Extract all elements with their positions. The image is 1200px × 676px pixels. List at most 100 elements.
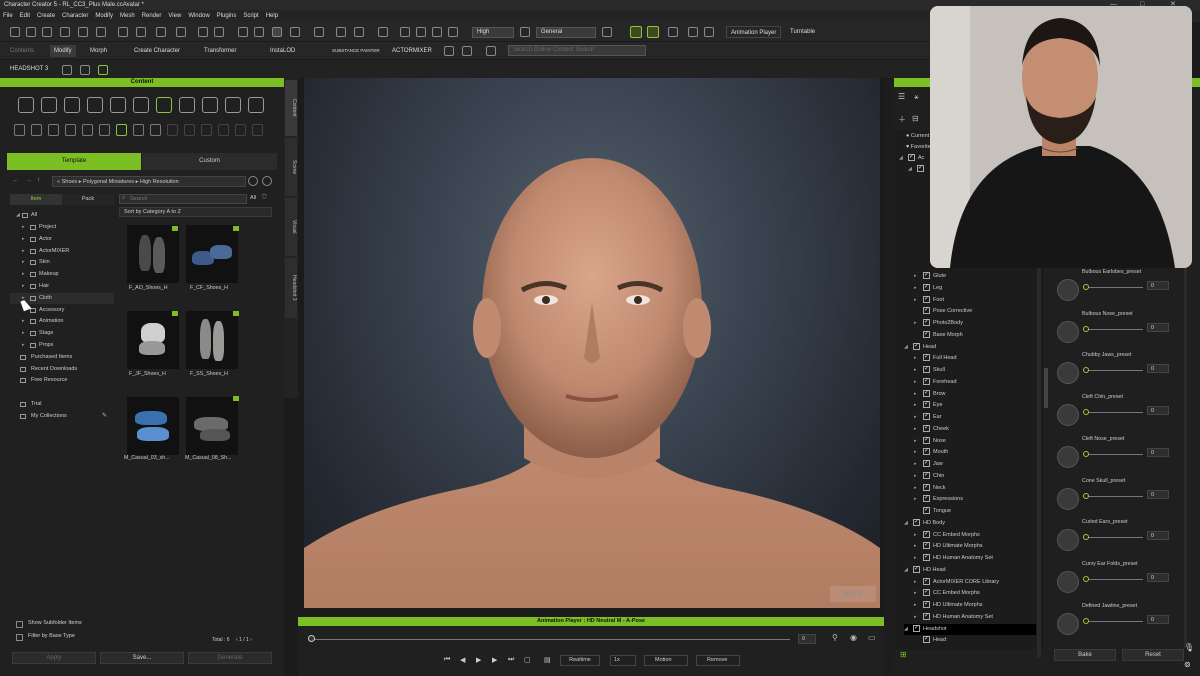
speed-select[interactable]: 1x — [610, 655, 636, 666]
people-icon[interactable] — [688, 27, 698, 37]
morph-tree-item[interactable]: ◢HD Head — [904, 564, 946, 576]
morph-tree-item[interactable]: ◢Headshot — [904, 623, 1036, 635]
tree-item-trial[interactable]: Trial — [10, 399, 114, 410]
wand-icon[interactable] — [98, 65, 108, 75]
morph-checkbox[interactable] — [923, 270, 930, 281]
online-search-input[interactable]: Search Online Content Search — [508, 45, 646, 56]
skip-start-icon[interactable]: ⏮ — [444, 656, 450, 664]
walk-icon[interactable]: ⚲ — [832, 633, 838, 642]
content-item-thumb[interactable] — [127, 225, 179, 283]
loop-icon[interactable]: ▢ — [524, 656, 531, 664]
morph-slider-track[interactable] — [1083, 495, 1143, 497]
chevron-down-icon[interactable] — [262, 176, 272, 186]
morph-slider-track[interactable] — [1083, 328, 1143, 330]
skirt-icon[interactable] — [65, 124, 76, 136]
morph-tree-item[interactable]: ▸Photo2Body — [914, 317, 963, 329]
rotate-icon[interactable] — [314, 27, 324, 37]
morph-tree-item[interactable]: Pose Corrective — [914, 305, 972, 317]
morph-tree-item[interactable]: ▸Forehead — [914, 376, 957, 388]
pants-icon[interactable] — [48, 124, 59, 136]
save-icon[interactable] — [42, 27, 52, 37]
props-icon[interactable] — [248, 97, 264, 113]
tree-item-my-collections[interactable]: My Collections — [10, 411, 114, 422]
flag-icon[interactable] — [704, 27, 714, 37]
morph-checkbox[interactable] — [923, 435, 930, 446]
morph-tree-item[interactable]: ◢HD Body — [904, 517, 945, 529]
step-forward-icon[interactable]: ▶ — [492, 656, 497, 664]
morph-slider-handle[interactable] — [1083, 617, 1089, 624]
morph-tree-item[interactable]: ▸Expressions — [914, 493, 963, 505]
shoe-icon[interactable] — [116, 124, 127, 136]
menu-file[interactable]: File — [3, 13, 13, 19]
morph-value-input[interactable]: 0 — [1147, 572, 1169, 582]
morph-checkbox[interactable] — [923, 493, 930, 504]
subtab-pack[interactable]: Pack — [62, 194, 114, 205]
morph-value-input[interactable]: 0 — [1147, 281, 1169, 290]
step-back-icon[interactable]: ◀ — [460, 656, 465, 664]
content-search-input[interactable]: Search — [119, 194, 247, 204]
new-file-icon[interactable] — [10, 27, 20, 37]
animation-player-button[interactable]: Animation Player — [726, 26, 782, 38]
subtab-item[interactable]: Item — [10, 194, 62, 205]
morph-checkbox[interactable] — [923, 540, 930, 551]
menu-help[interactable]: Help — [266, 13, 278, 19]
morph-tree-item[interactable]: Base Morph — [914, 329, 963, 341]
filter-icon[interactable]: ⛉ — [262, 195, 267, 202]
content-item-thumb[interactable] — [127, 311, 179, 369]
body-icon[interactable] — [41, 97, 57, 113]
menu-view[interactable]: View — [168, 13, 181, 19]
camera-icon[interactable] — [198, 27, 208, 37]
morph-tree-item[interactable]: ▸Foot — [914, 294, 944, 306]
morph-checkbox[interactable] — [923, 282, 930, 293]
tree-item-actormixer[interactable]: ▸ ActorMIXER — [10, 246, 114, 257]
generate-button[interactable]: Generate — [188, 652, 272, 664]
save-content-button[interactable]: Save... — [100, 652, 184, 664]
morph-tree-item[interactable]: ▸HD Ultimate Morphs — [914, 540, 983, 552]
screenshot-icon[interactable] — [176, 27, 186, 37]
actormixer-button[interactable]: ACTORMIXER — [388, 45, 436, 57]
tab-content-side[interactable]: Content — [285, 80, 297, 136]
morph-checkbox[interactable] — [923, 294, 930, 305]
morph-tree-item[interactable]: ▸CC Embed Morphs — [914, 587, 980, 599]
quality-select[interactable]: High — [472, 27, 514, 38]
menu-window[interactable]: Window — [188, 13, 209, 19]
accessory-icon[interactable] — [179, 97, 195, 113]
morph-tree-item[interactable]: ▸HD Ultimate Morphs — [914, 599, 983, 611]
morph-value-input[interactable]: 0 — [1147, 447, 1169, 457]
morph-checkbox[interactable] — [913, 341, 920, 352]
morph-slider-handle[interactable] — [1083, 367, 1089, 374]
morph-tree-item[interactable]: ▸CC Embed Morphs — [914, 529, 980, 541]
realtime-select[interactable]: Realtime — [560, 655, 600, 666]
morph-tree-item[interactable]: ▸HD Human Anatomy Set — [914, 611, 993, 623]
motion-icon[interactable] — [202, 97, 218, 113]
morph-checkbox[interactable] — [923, 388, 930, 399]
morph-slider-track[interactable] — [1083, 412, 1143, 414]
timeline-handle[interactable] — [308, 635, 315, 642]
turntable-button[interactable]: Turntable — [786, 26, 819, 38]
light-icon[interactable] — [520, 27, 530, 37]
frame-input[interactable]: 0 — [798, 634, 816, 644]
link-icon[interactable] — [486, 46, 496, 56]
apply-button[interactable]: Apply — [12, 652, 96, 664]
morph-tree-item[interactable]: ▸Glute — [914, 270, 946, 282]
send-icon[interactable] — [96, 27, 106, 37]
morph-tree-item[interactable]: ▸HD Human Anatomy Set — [914, 552, 993, 564]
motion-button[interactable]: Motion — [644, 655, 688, 666]
microphone-icon[interactable]: 🎙 — [1184, 643, 1194, 652]
morph-tree-item[interactable]: ▸Full Head — [914, 352, 957, 364]
morph-slider-track[interactable] — [1083, 620, 1143, 622]
sync-icon[interactable] — [462, 46, 472, 56]
morph-value-input[interactable]: 0 — [1147, 531, 1169, 541]
breadcrumb[interactable]: « Shoes ▸ Polygonal Miniatures ▸ High Re… — [52, 176, 246, 187]
tree-current[interactable]: ● Current — [906, 131, 929, 142]
bone-icon[interactable] — [668, 27, 678, 37]
up-arrow-icon[interactable]: ↑ — [37, 177, 41, 184]
select-icon[interactable] — [272, 27, 282, 37]
filter-base-type-checkbox[interactable] — [16, 634, 23, 641]
head-icon[interactable] — [64, 97, 80, 113]
menu-render[interactable]: Render — [142, 13, 162, 19]
export-icon[interactable] — [78, 27, 88, 37]
tree-item-makeup[interactable]: ▸ Makeup — [10, 269, 114, 280]
morph-checkbox[interactable] — [923, 317, 930, 328]
tree-item-project[interactable]: ▸ Project — [10, 222, 114, 233]
